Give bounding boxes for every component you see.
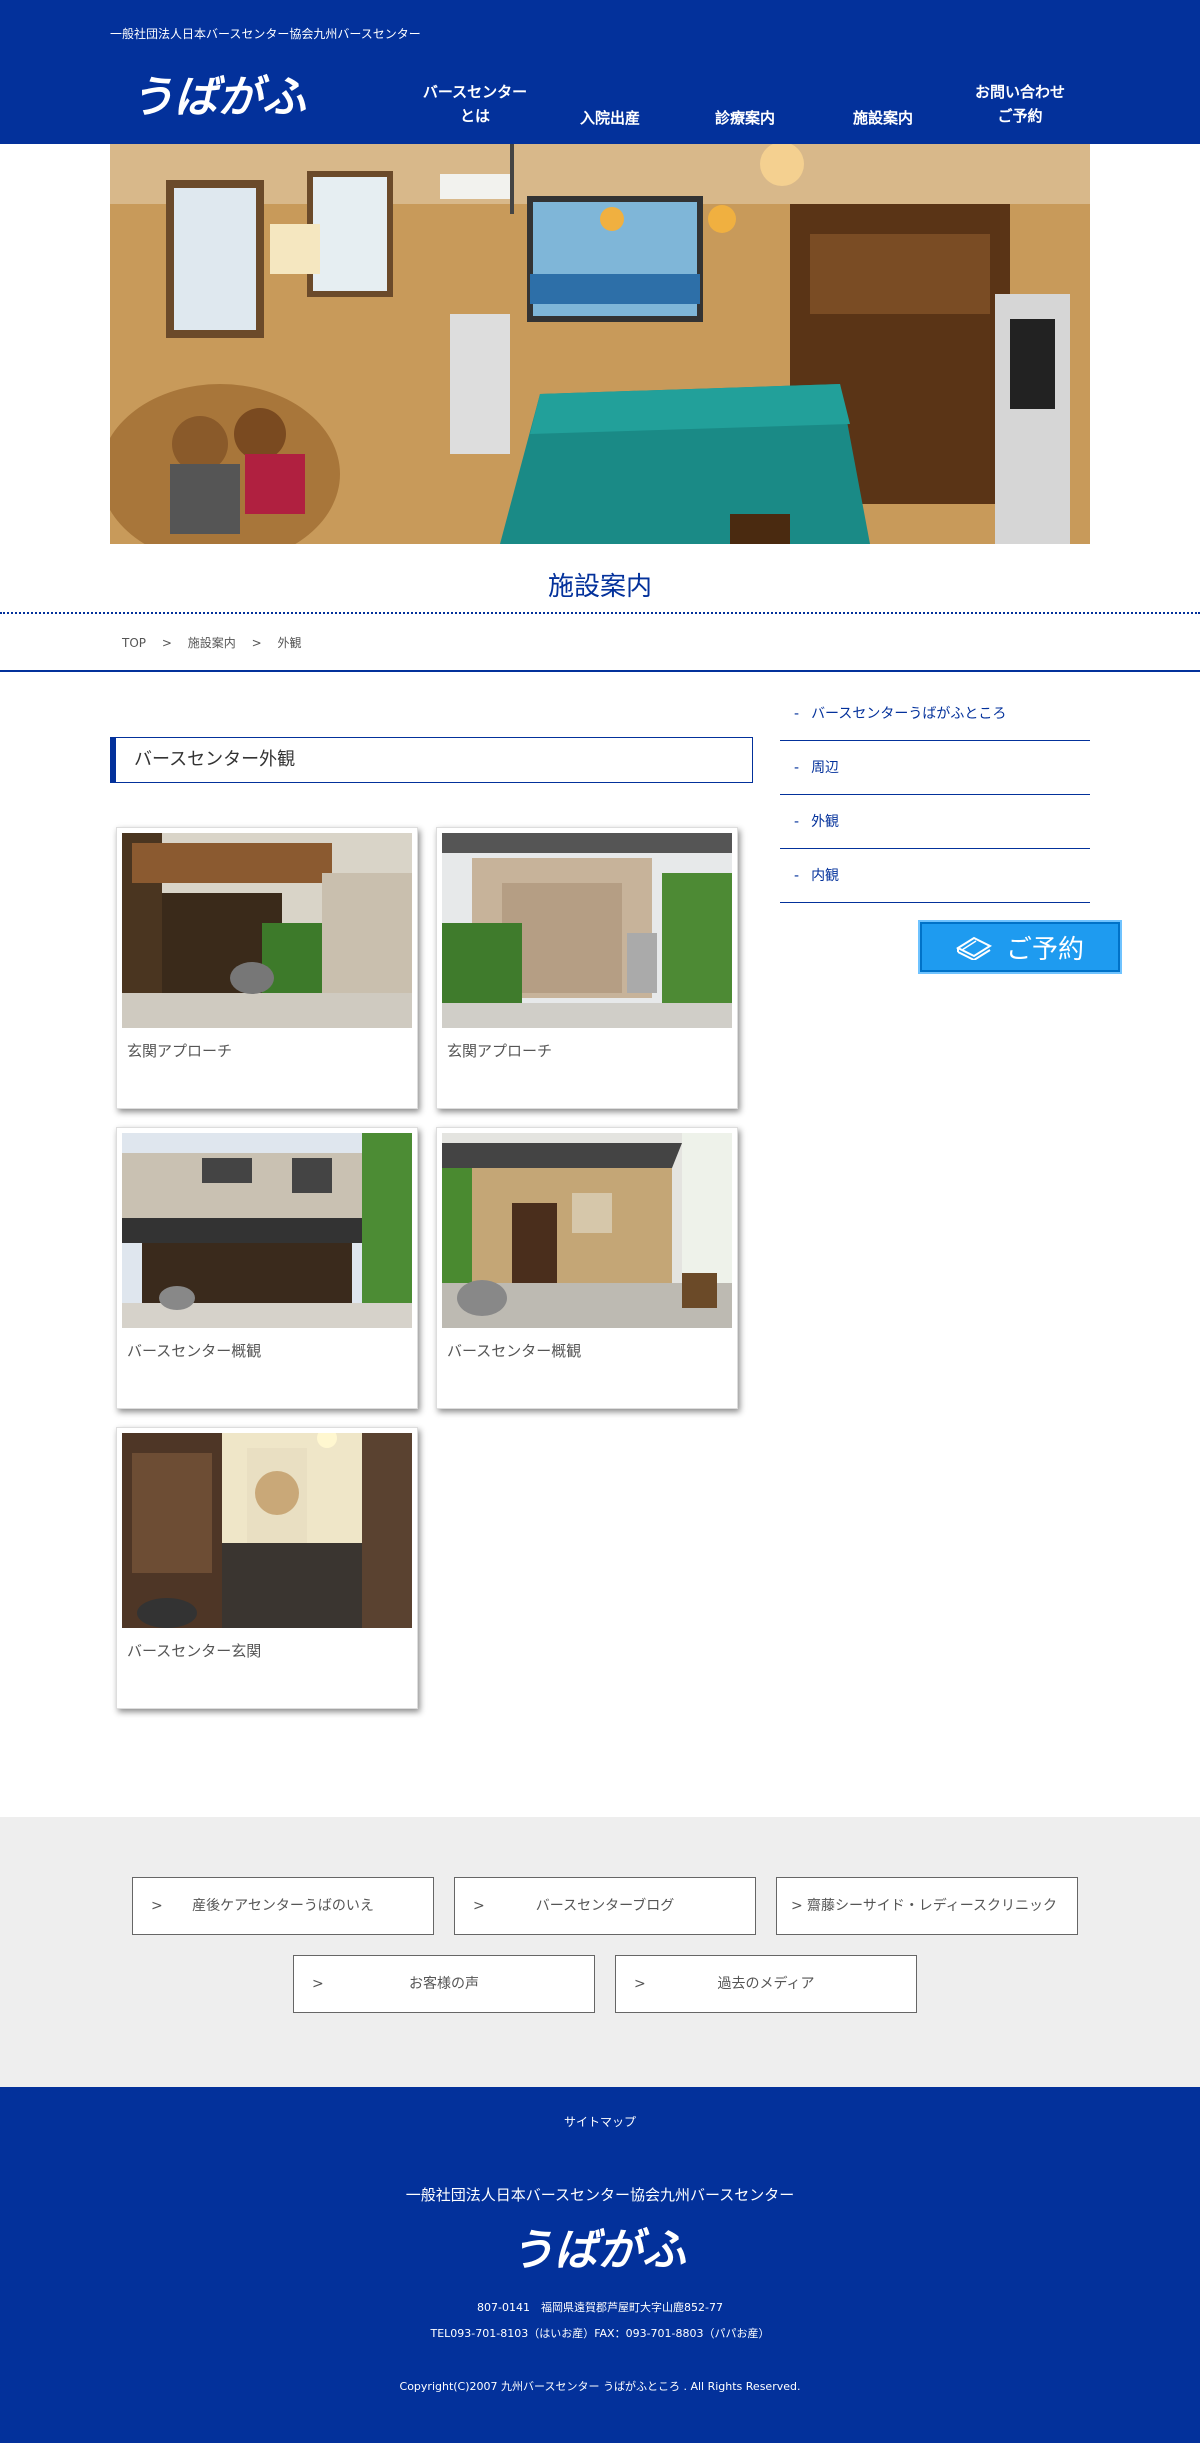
- logo-text: うばがふところ: [130, 72, 310, 123]
- gallery-card[interactable]: 玄関アプローチ: [116, 827, 418, 1109]
- site-logo[interactable]: うばがふところ: [130, 60, 310, 130]
- sidebar-item-birth-center[interactable]: - バースセンターうばがふところ: [780, 687, 1090, 741]
- page-title: 施設案内: [547, 572, 652, 602]
- nav-clinic[interactable]: 診療案内: [695, 106, 795, 130]
- nav-contact[interactable]: お問い合わせ ご予約: [955, 80, 1085, 128]
- footer-address: 807-0141 福岡県遠賀郡芦屋町大字山鹿852-77: [477, 2301, 723, 2314]
- related-links: > 産後ケアセンターうばのいえ > バースセンターブログ > 齋藤シーサイド・レ…: [0, 1817, 1200, 2087]
- sitemap-link[interactable]: サイトマップ: [0, 2113, 1200, 2130]
- breadcrumb-current: 外観: [277, 636, 302, 650]
- breadcrumb-bar: TOP > 施設案内 > 外観: [0, 612, 1200, 672]
- footer-org-name: 一般社団法人日本バースセンター協会九州バースセンター: [405, 2186, 795, 2204]
- gallery-card[interactable]: 玄関アプローチ: [436, 827, 738, 1109]
- link-postpartum-care[interactable]: > 産後ケアセンターうばのいえ: [132, 1877, 434, 1935]
- breadcrumb-top[interactable]: TOP: [122, 636, 146, 650]
- gallery-photo[interactable]: [442, 833, 732, 1028]
- gallery-photo[interactable]: [442, 1133, 732, 1328]
- gallery-caption: 玄関アプローチ: [447, 1042, 553, 1060]
- gallery-card[interactable]: バースセンター概観: [436, 1127, 738, 1409]
- sidebar-item-exterior[interactable]: - 外観: [780, 795, 1090, 849]
- gallery-caption: バースセンター玄関: [127, 1642, 262, 1660]
- gallery-card[interactable]: バースセンター概観: [116, 1127, 418, 1409]
- site-header: 一般社団法人日本バースセンター協会九州バースセンター うばがふところ バースセン…: [0, 0, 1200, 144]
- link-blog[interactable]: > バースセンターブログ: [454, 1877, 756, 1935]
- nav-birth-center[interactable]: バースセンター とは: [405, 80, 545, 128]
- sidebar-item-surroundings[interactable]: - 周辺: [780, 741, 1090, 795]
- breadcrumb-facility[interactable]: 施設案内: [188, 636, 236, 650]
- footer-tel: TEL093-701-8103（はいお産）FAX：093-701-8803（パパ…: [430, 2327, 770, 2340]
- gallery-caption: 玄関アプローチ: [127, 1042, 233, 1060]
- sidebar-item-interior[interactable]: - 内観: [780, 849, 1090, 903]
- link-voices[interactable]: > お客様の声: [293, 1955, 595, 2013]
- main-content: バースセンター外観 玄関アプローチ 玄関アプローチ バースセンター概観 バースセ…: [0, 672, 1200, 1817]
- footer-logo: うばがふところ: [510, 2225, 690, 2276]
- gallery-photo[interactable]: [122, 833, 412, 1028]
- hero-image: [110, 144, 1090, 544]
- footer-logo-text: うばがふところ: [510, 2225, 690, 2276]
- breadcrumb: TOP > 施設案内 > 外観: [122, 634, 313, 651]
- nav-facility[interactable]: 施設案内: [833, 106, 933, 130]
- sidebar-nav: - バースセンターうばがふところ - 周辺 - 外観 - 内観: [780, 687, 1090, 903]
- section-heading: バースセンター外観: [110, 737, 753, 783]
- copyright: Copyright(C)2007 九州バースセンター うばがふところ . All…: [399, 2380, 801, 2393]
- breadcrumb-sep: >: [161, 636, 172, 650]
- gallery-photo[interactable]: [122, 1133, 412, 1328]
- link-media[interactable]: > 過去のメディア: [615, 1955, 917, 2013]
- nav-admission[interactable]: 入院出産: [560, 106, 660, 130]
- reserve-button[interactable]: ご予約: [918, 920, 1122, 974]
- reserve-label: ご予約: [1005, 934, 1084, 965]
- gallery-photo[interactable]: [122, 1433, 412, 1628]
- site-footer: サイトマップ 一般社団法人日本バースセンター協会九州バースセンター うばがふとこ…: [0, 2087, 1200, 2443]
- org-name: 一般社団法人日本バースセンター協会九州バースセンター: [110, 27, 421, 41]
- breadcrumb-sep: >: [251, 636, 262, 650]
- gallery-caption: バースセンター概観: [127, 1342, 262, 1360]
- link-clinic[interactable]: > 齋藤シーサイド・レディースクリニック: [776, 1877, 1078, 1935]
- gallery-card[interactable]: バースセンター玄関: [116, 1427, 418, 1709]
- gallery-caption: バースセンター概観: [447, 1342, 582, 1360]
- book-icon: [955, 936, 992, 960]
